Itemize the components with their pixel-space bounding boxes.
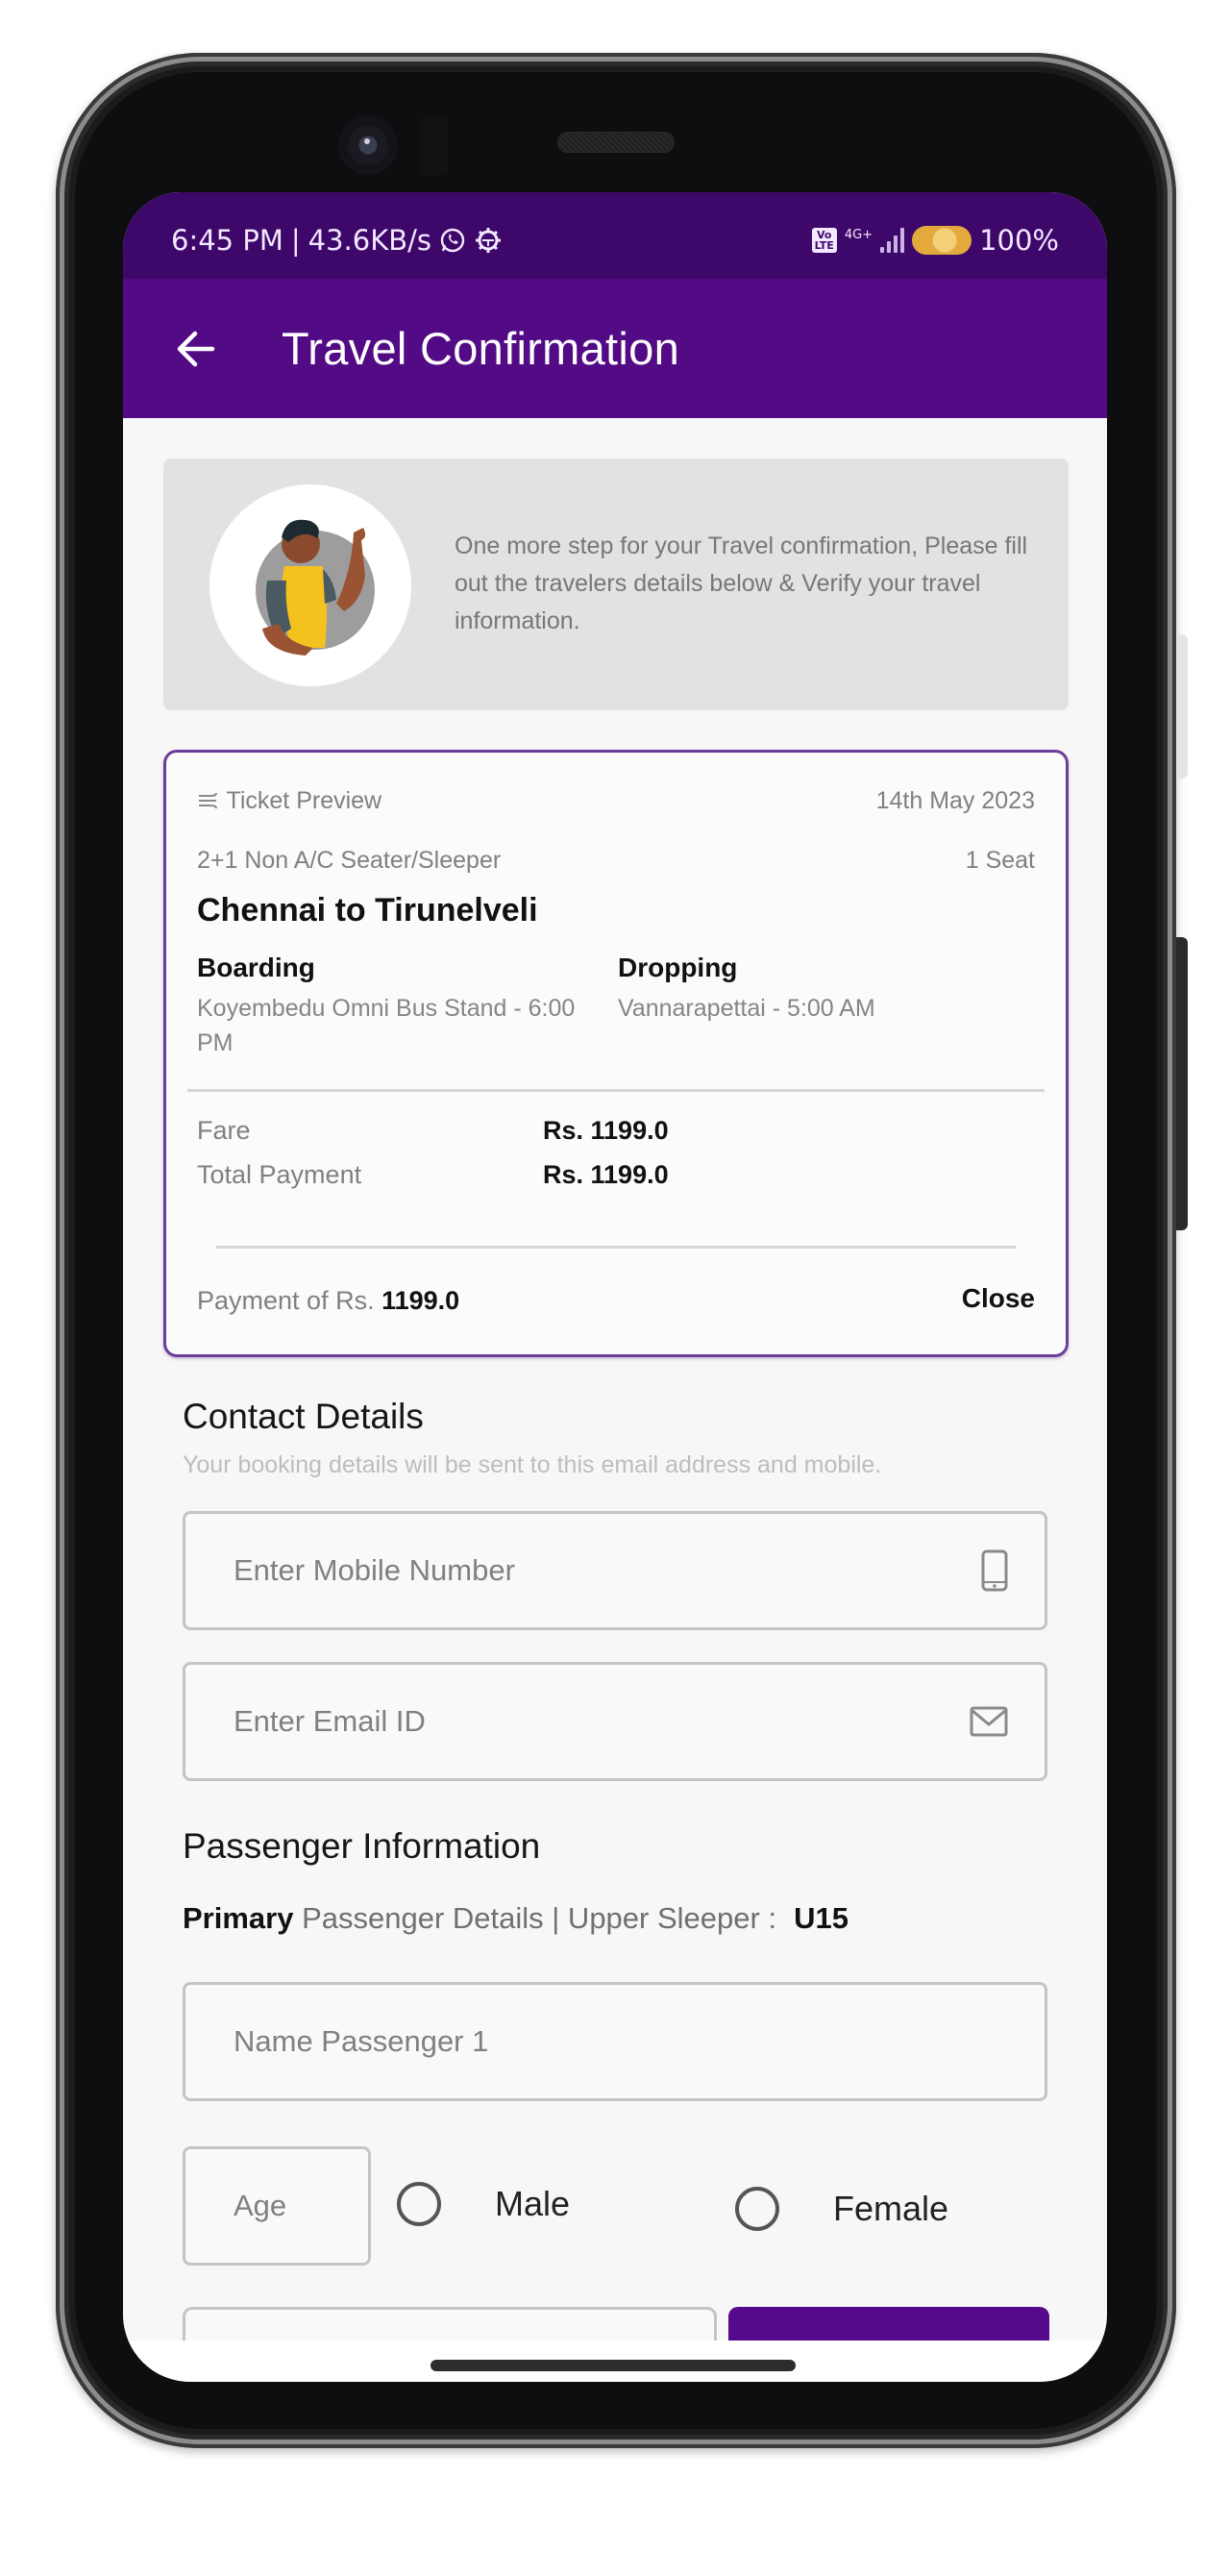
payment-summary: Payment of Rs. 1199.0 [197,1286,459,1316]
banner-message: One more step for your Travel confirmati… [455,533,1028,634]
ticket-header: Ticket Preview 14th May 2023 [197,787,1035,815]
battery-percent: 100% [979,224,1059,257]
close-button[interactable]: Close [962,1283,1035,1314]
age-field[interactable] [183,2146,371,2266]
waving-person-illustration [209,484,411,686]
gender-female-label: Female [833,2189,949,2228]
route-title: Chennai to Tirunelveli [197,892,538,929]
radio-unchecked-icon[interactable] [397,2182,441,2226]
passenger-info-title: Passenger Information [183,1826,541,1866]
status-time: 6:45 PM [171,224,283,257]
ticket-header-label-wrap: Ticket Preview [197,787,381,815]
email-field[interactable] [183,1662,1047,1781]
phone-screen: 6:45 PM | 43.6KB/s Vo LTE 4G+ 100% Travel… [123,192,1107,2382]
bus-info-row: 2+1 Non A/C Seater/Sleeper 1 Seat [197,847,1035,875]
fare-label: Fare [197,1116,251,1145]
dropping-title: Dropping [618,953,738,982]
battery-icon [912,226,972,255]
envelope-icon [970,1706,1008,1737]
arrow-left-icon [177,331,215,366]
fare-value: Rs. 1199.0 [543,1116,669,1145]
fare-row: Fare Rs. 1199.0 [197,1116,669,1146]
dropping-point: Vannarapettai - 5:00 AM [618,995,875,1022]
gender-male-label: Male [495,2184,571,2223]
primary-label: Primary [183,1901,294,1935]
power-button [1176,937,1188,1230]
seat-count: 1 Seat [965,847,1035,874]
age-input[interactable] [234,2189,349,2223]
passenger-details-line: Primary Passenger Details | Upper Sleepe… [183,1901,849,1936]
ticket-header-label: Ticket Preview [226,787,382,814]
volume-button [1176,634,1188,779]
page-title: Travel Confirmation [282,323,680,374]
mobile-number-field[interactable] [183,1511,1047,1630]
signal-strength-icon [880,228,905,253]
total-payment-label: Total Payment [197,1160,362,1189]
contact-details-subtitle: Your booking details will be sent to thi… [183,1451,882,1478]
ticket-preview-icon [199,792,217,809]
earpiece-speaker [557,132,675,153]
mobile-phone-icon [981,1549,1008,1592]
radio-unchecked-icon[interactable] [735,2187,779,2231]
email-input[interactable] [234,1704,970,1739]
gender-female-radio[interactable]: Female [735,2187,948,2231]
passenger-name-field[interactable] [183,1982,1047,2101]
proximity-sensor [421,115,448,175]
back-button[interactable] [166,320,224,378]
whatsapp-icon [439,227,466,254]
boarding-point: Koyembedu Omni Bus Stand - 6:00 PM [197,995,576,1056]
payment-amount: 1199.0 [381,1286,460,1315]
payment-divider [216,1246,1016,1249]
boarding-title: Boarding [197,953,315,982]
info-banner: One more step for your Travel confirmati… [163,458,1069,710]
gender-male-radio[interactable]: Male [397,2182,570,2226]
seat-number: U15 [794,1901,849,1935]
status-separator: | [290,224,301,257]
total-payment-row: Total Payment Rs. 1199.0 [197,1160,669,1190]
bus-type: 2+1 Non A/C Seater/Sleeper [197,847,502,874]
status-left: 6:45 PM | 43.6KB/s [171,224,503,257]
network-speed: 43.6KB/s [308,224,432,257]
volte-icon: Vo LTE [811,228,837,253]
status-right: Vo LTE 4G+ 100% [811,224,1059,257]
payment-prefix: Payment of Rs. [197,1286,382,1315]
passenger-details-label: Passenger Details | Upper Sleeper : [293,1901,777,1935]
total-payment-value: Rs. 1199.0 [543,1160,669,1189]
mobile-number-input[interactable] [234,1553,981,1588]
network-type: 4G+ [844,228,873,242]
dropping-info: Dropping Vannarapettai - 5:00 AM [618,953,1021,1026]
contact-details-title: Contact Details [183,1397,424,1436]
front-camera-icon [338,115,398,175]
status-bar: 6:45 PM | 43.6KB/s Vo LTE 4G+ 100% [123,192,1107,279]
home-indicator[interactable] [430,2360,796,2371]
ticket-divider [187,1089,1045,1092]
boarding-info: Boarding Koyembedu Omni Bus Stand - 6:00… [197,953,601,1060]
passenger-name-input[interactable] [234,2024,1008,2059]
ticket-preview-card: Ticket Preview 14th May 2023 2+1 Non A/C… [163,750,1069,1357]
settings-gear-icon [474,226,503,255]
app-bar: Travel Confirmation [123,279,1107,418]
travel-date: 14th May 2023 [875,787,1035,814]
